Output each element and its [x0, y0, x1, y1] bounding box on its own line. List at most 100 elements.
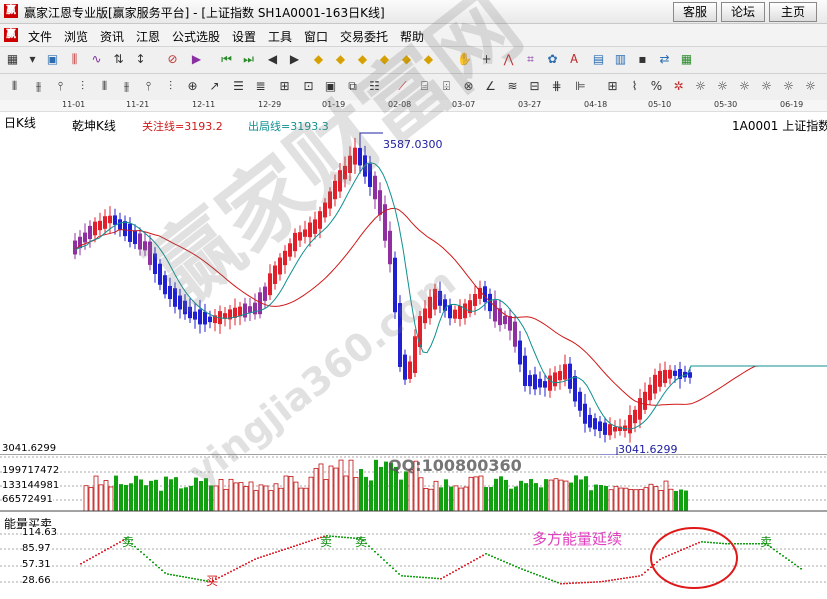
ladder-icon[interactable]: ⋕: [548, 78, 565, 95]
wave-icon[interactable]: ≋: [504, 78, 521, 95]
sun-icon[interactable]: ☼: [692, 78, 709, 95]
dropdown-arrow-icon[interactable]: ▾: [24, 51, 41, 68]
price-panel[interactable]: 3587.0300 3041.6299 3041.6299: [0, 130, 827, 455]
energy-dot: [341, 536, 343, 538]
layers-icon[interactable]: ☷: [366, 78, 383, 95]
menu-formula-select[interactable]: 公式选股: [172, 28, 220, 45]
arrow-icon[interactable]: ↗: [206, 78, 223, 95]
bar-4-icon[interactable]: ⫶: [74, 78, 91, 95]
next-icon[interactable]: ▶: [286, 51, 303, 68]
percent-icon[interactable]: %: [648, 78, 665, 95]
first-icon[interactable]: ⏮: [218, 51, 235, 68]
diamond-4-icon[interactable]: ◆: [376, 51, 393, 68]
circle-icon[interactable]: ⊕: [184, 78, 201, 95]
gann-fan-icon[interactable]: ⟋: [394, 78, 411, 95]
home-button[interactable]: 主页: [769, 2, 817, 22]
energy-dot: [92, 556, 94, 558]
volume-panel[interactable]: 199717472 133144981 66572491 QQ:10080036…: [0, 456, 827, 512]
last-icon[interactable]: ⏭: [240, 51, 257, 68]
bar-5-icon[interactable]: ⫴: [96, 78, 113, 95]
bar-6-icon[interactable]: ⫵: [118, 78, 135, 95]
chart-line-icon[interactable]: ⌇: [626, 78, 643, 95]
bar-2-icon[interactable]: ⫵: [30, 78, 47, 95]
volume-bar: [374, 459, 378, 511]
volume-bar: [594, 484, 598, 511]
square-icon[interactable]: ⊟: [526, 78, 543, 95]
ruler-tick: 05-30: [714, 100, 738, 109]
print-icon[interactable]: ▦: [678, 51, 695, 68]
diamond-6-icon[interactable]: ◆: [420, 51, 437, 68]
table-lines-icon[interactable]: ☰: [230, 78, 247, 95]
stack-icon[interactable]: ⧉: [344, 78, 361, 95]
cycle-icon[interactable]: ⊗: [460, 78, 477, 95]
menu-trade[interactable]: 交易委托: [340, 28, 388, 45]
menu-settings[interactable]: 设置: [232, 28, 256, 45]
save-icon[interactable]: ▪: [634, 51, 651, 68]
pattern-icon[interactable]: ⌗: [522, 51, 539, 68]
menu-gann[interactable]: 江恩: [136, 28, 160, 45]
index-icon[interactable]: ↕: [132, 51, 149, 68]
period-label[interactable]: 日K线: [4, 114, 36, 131]
volume-bar: [519, 480, 523, 511]
energy-dot: [773, 548, 775, 551]
bar-8-icon[interactable]: ⫶: [162, 78, 179, 95]
bar-7-icon[interactable]: ⫯: [140, 78, 157, 95]
trend-icon[interactable]: ⋀: [500, 51, 517, 68]
diamond-1-icon[interactable]: ◆: [310, 51, 327, 68]
angle-icon[interactable]: ∠: [482, 78, 499, 95]
channel-icon[interactable]: ⌹: [438, 78, 455, 95]
flag-icon[interactable]: ▶: [188, 51, 205, 68]
menu-news[interactable]: 资讯: [100, 28, 124, 45]
list-icon[interactable]: ≣: [252, 78, 269, 95]
diamond-5-icon[interactable]: ◆: [398, 51, 415, 68]
switch-icon[interactable]: ⇅: [110, 51, 127, 68]
text-tool-icon[interactable]: Ꭺ: [566, 51, 583, 68]
sun-5-icon[interactable]: ☼: [780, 78, 797, 95]
energy-dot: [701, 541, 703, 543]
diamond-2-icon[interactable]: ◆: [332, 51, 349, 68]
energy-dot: [752, 543, 754, 545]
bars-icon[interactable]: ⫴: [6, 78, 23, 95]
sun-2-icon[interactable]: ☼: [714, 78, 731, 95]
menu-tools[interactable]: 工具: [268, 28, 292, 45]
indicator-icon[interactable]: ∿: [88, 51, 105, 68]
volume-bar: [333, 467, 339, 512]
energy-dot: [155, 564, 157, 566]
matrix-icon[interactable]: ⊞: [604, 78, 621, 95]
crosshair-icon[interactable]: +: [478, 51, 495, 68]
ban-icon[interactable]: ⊘: [164, 51, 181, 68]
energy-dot: [512, 564, 514, 567]
table-icon[interactable]: ▥: [612, 51, 629, 68]
menu-browse[interactable]: 浏览: [64, 28, 88, 45]
fib-icon[interactable]: ⌸: [416, 78, 433, 95]
chart-view-icon[interactable]: ▣: [44, 51, 61, 68]
grid-icon[interactable]: ⊞: [276, 78, 293, 95]
volume-bar: [468, 476, 474, 512]
star-icon[interactable]: ✲: [670, 78, 687, 95]
prev-icon[interactable]: ◀: [264, 51, 281, 68]
energy-dot: [452, 571, 454, 573]
hand-icon[interactable]: ✋: [456, 51, 473, 68]
candle-icon[interactable]: ⫼: [66, 51, 83, 68]
grid-view-icon[interactable]: ▦: [4, 51, 21, 68]
menu-file[interactable]: 文件: [28, 28, 52, 45]
energy-panel[interactable]: 能量买卖 114.63 85.97 57.31 28.66 卖 卖 卖 买 卖 …: [0, 513, 827, 599]
block-icon[interactable]: ▣: [322, 78, 339, 95]
sun-3-icon[interactable]: ☼: [736, 78, 753, 95]
energy-dot: [554, 580, 556, 583]
sun-6-icon[interactable]: ☼: [802, 78, 819, 95]
diamond-3-icon[interactable]: ◆: [354, 51, 371, 68]
customer-service-button[interactable]: 客服: [673, 2, 717, 22]
rule-icon[interactable]: ⊫: [572, 78, 589, 95]
link-icon[interactable]: ⇄: [656, 51, 673, 68]
energy-dot: [698, 541, 700, 544]
menu-help[interactable]: 帮助: [400, 28, 424, 45]
box-icon[interactable]: ⊡: [300, 78, 317, 95]
forum-button[interactable]: 论坛: [721, 2, 765, 22]
shape-icon[interactable]: ✿: [544, 51, 561, 68]
calendar-icon[interactable]: ▤: [590, 51, 607, 68]
menu-window[interactable]: 窗口: [304, 28, 328, 45]
volume-bar: [209, 485, 213, 511]
bar-3-icon[interactable]: ⫯: [52, 78, 69, 95]
sun-4-icon[interactable]: ☼: [758, 78, 775, 95]
